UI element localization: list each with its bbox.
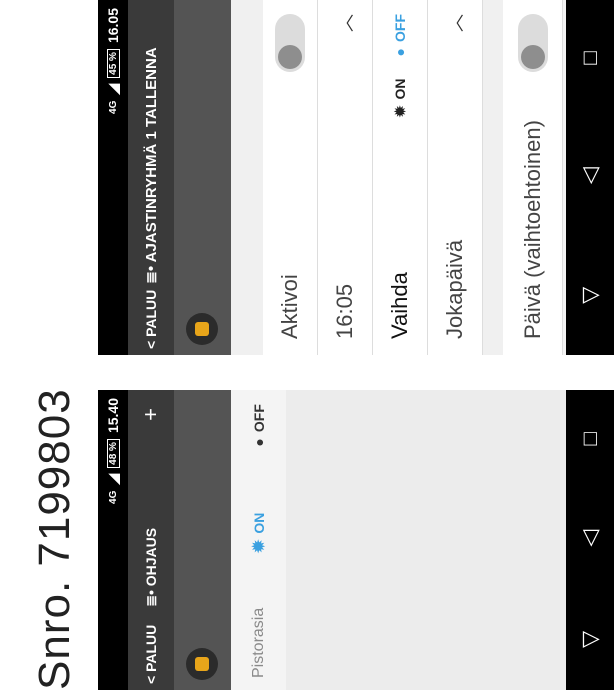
repeat-value: Jokapäivä (442, 239, 467, 339)
top-bar: < PALUU ≣• AJASTINRYHMÄ 1 TALLENNA (128, 0, 174, 355)
screen-timer-group: 4G ◢ 45 % 16.05 < PALUU ≣• AJASTINRYHMÄ … (98, 0, 614, 355)
row-date: Päivä (vaihtoehtoinen) (503, 0, 563, 355)
on-label: ON (392, 78, 408, 100)
nav-home-icon[interactable]: ◁ (577, 167, 603, 184)
off-button[interactable]: ● OFF (251, 404, 267, 446)
nav-bar: ▽ ◁ □ (566, 0, 614, 355)
battery-indicator: 45 % (106, 49, 120, 78)
active-label: Aktivoi (277, 274, 302, 339)
off-option[interactable]: ● OFF (392, 14, 408, 56)
off-label: OFF (392, 14, 408, 42)
row-time[interactable]: 16:05 ︿ (318, 0, 373, 355)
chevron-up-icon: ︿ (446, 14, 466, 32)
chevron-up-icon: ︿ (336, 14, 356, 32)
row-repeat[interactable]: Jokapäivä ︿ (428, 0, 483, 355)
sun-icon: ✹ (391, 105, 408, 118)
time-value: 16:05 (332, 283, 357, 339)
switch-label: Vaihda (387, 272, 412, 339)
nav-recents-icon[interactable]: □ (577, 432, 603, 445)
divider (483, 0, 503, 355)
on-button[interactable]: ✹ ON (249, 513, 269, 553)
active-toggle[interactable] (275, 14, 305, 72)
top-bar: < PALUU ≣• OHJAUS + (128, 390, 174, 690)
sun-icon: ✹ (250, 539, 268, 553)
nav-back-icon[interactable]: ▽ (577, 287, 603, 304)
off-label: OFF (250, 404, 267, 433)
nav-recents-icon[interactable]: □ (577, 51, 603, 64)
divider (231, 0, 263, 355)
signal-icon: ◢ (104, 473, 121, 485)
clock: 15.40 (105, 398, 121, 434)
clock: 16.05 (105, 8, 121, 44)
add-button[interactable]: + (138, 408, 164, 421)
empty-area (286, 390, 566, 690)
nav-bar: ▽ ◁ □ (566, 390, 614, 690)
product-caption: Snro. 7199803 (30, 388, 79, 690)
back-button[interactable]: < PALUU (143, 290, 159, 355)
on-label: ON (250, 512, 267, 534)
row-switch: Vaihda ✹ ON ● OFF (373, 0, 428, 355)
row-active: Aktivoi (263, 0, 318, 355)
on-option[interactable]: ✹ ON (392, 78, 409, 117)
status-bar: 4G ◢ 48 % 15.40 (98, 390, 128, 690)
bulb-icon: ● (392, 48, 408, 57)
bulb-icon: ● (250, 438, 267, 447)
app-logo-icon (186, 313, 218, 345)
device-name: Pistorasia (249, 607, 267, 678)
back-button[interactable]: < PALUU (143, 625, 159, 690)
app-logo-icon (186, 648, 218, 680)
signal-icon: ◢ (104, 83, 121, 95)
status-bar: 4G ◢ 45 % 16.05 (98, 0, 128, 355)
date-toggle[interactable] (517, 14, 548, 72)
device-row: Pistorasia ✹ ON ● OFF (231, 390, 286, 690)
network-indicator: 4G (107, 100, 119, 114)
page-title: ≣• OHJAUS (142, 527, 159, 607)
nav-home-icon[interactable]: ◁ (577, 530, 603, 547)
battery-indicator: 48 % (106, 439, 120, 468)
app-strip (174, 0, 231, 355)
network-indicator: 4G (107, 490, 119, 504)
date-label: Päivä (vaihtoehtoinen) (519, 120, 545, 339)
app-strip (174, 390, 231, 690)
caption-wrap: Snro. 7199803 (30, 365, 80, 690)
nav-back-icon[interactable]: ▽ (577, 631, 603, 648)
page-title: ≣• AJASTINRYHMÄ 1 TALLENNA (143, 47, 160, 284)
screen-ohjaus: 4G ◢ 48 % 15.40 < PALUU ≣• OHJAUS + Pist… (98, 390, 614, 690)
